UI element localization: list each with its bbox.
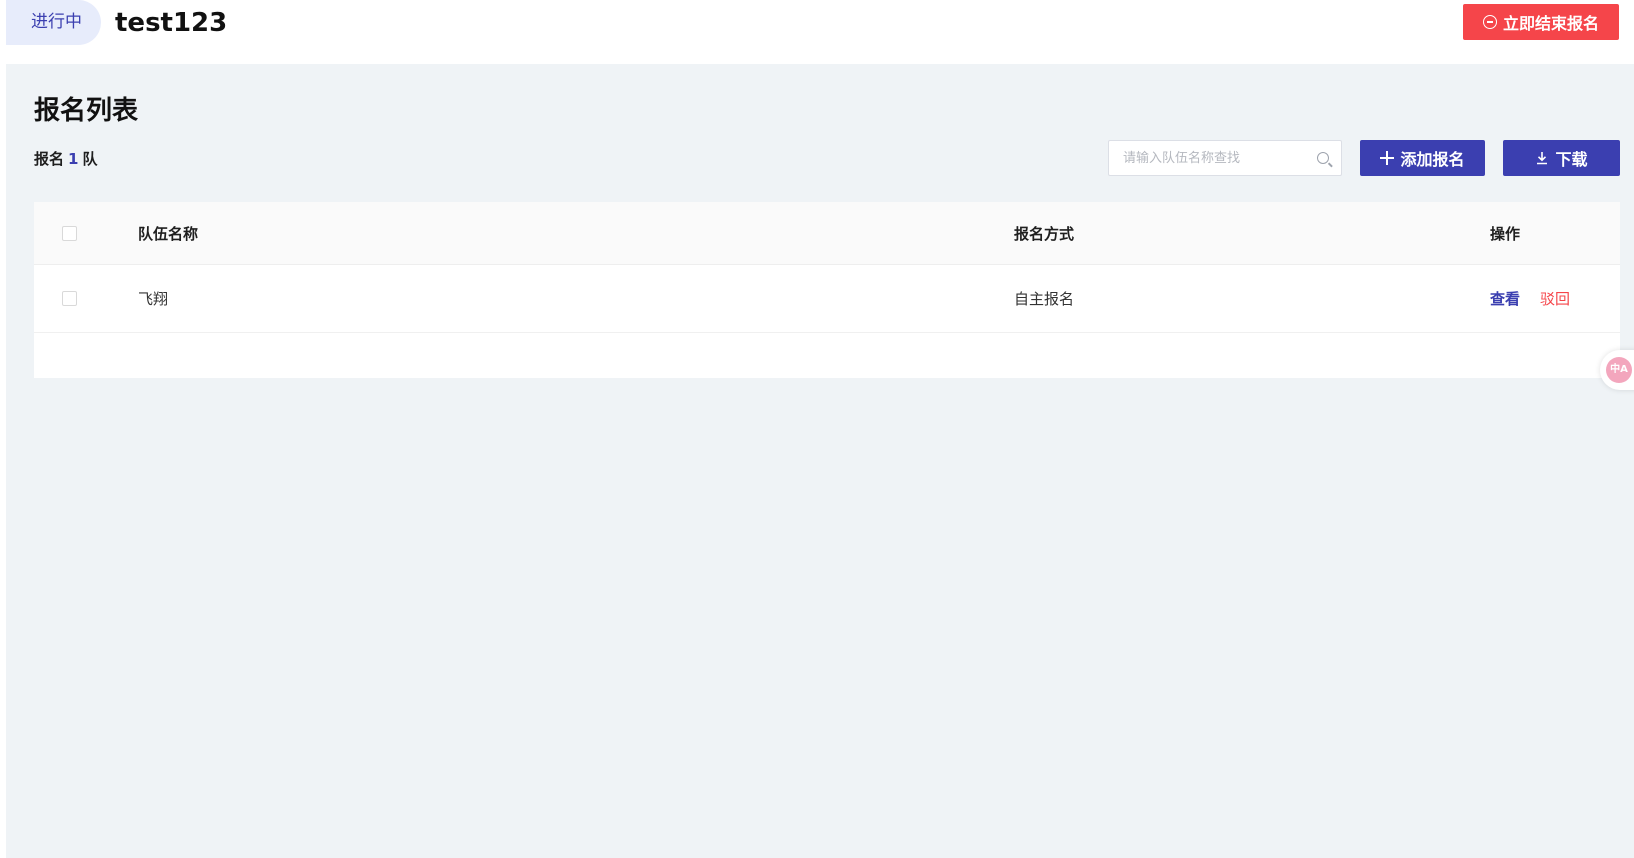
team-name-cell: 飞翔 [138,290,169,308]
view-link[interactable]: 查看 [1490,288,1520,309]
count-value: 1 [68,150,79,168]
end-signup-button[interactable]: 立即结束报名 [1463,4,1619,40]
row-checkbox-cell [62,265,77,332]
search-input[interactable] [1109,141,1309,175]
minus-circle-icon [1482,15,1497,29]
section-title: 报名列表 [34,96,139,126]
search-icon[interactable] [1317,152,1329,164]
plus-icon [1380,151,1395,165]
signup-count: 报名 1 队 [34,148,97,169]
count-suffix: 队 [82,150,98,168]
table-row: 飞翔 自主报名 查看 驳回 [34,265,1620,333]
translate-icon: 中A [1606,357,1632,383]
column-header-signup-mode: 报名方式 [1014,224,1075,243]
top-header: 进行中 test123 立即结束报名 [6,0,1634,64]
download-label: 下载 [1555,150,1588,169]
download-icon [1535,151,1549,165]
row-checkbox[interactable] [62,291,77,306]
add-signup-label: 添加报名 [1400,150,1465,169]
column-header-actions: 操作 [1490,224,1521,243]
download-button[interactable]: 下载 [1503,140,1620,176]
end-signup-label: 立即结束报名 [1502,14,1599,33]
translate-widget[interactable]: 中A [1600,350,1634,390]
table-header: 队伍名称 报名方式 操作 [34,202,1620,265]
header-checkbox-cell [62,202,77,264]
event-title: test123 [115,8,228,38]
actions-cell: 查看 驳回 [1490,265,1570,332]
add-signup-button[interactable]: 添加报名 [1360,140,1485,176]
status-badge: 进行中 [6,0,101,45]
count-prefix: 报名 [34,150,65,168]
page: 进行中 test123 立即结束报名 报名列表 报名1队 添加报名 下载 队伍名… [6,0,1634,858]
signup-mode-cell: 自主报名 [1014,290,1075,308]
column-header-team-name: 队伍名称 [138,224,199,243]
select-all-checkbox[interactable] [62,225,77,241]
search-box[interactable] [1108,140,1342,176]
signup-table: 队伍名称 报名方式 操作 飞翔 自主报名 查看 驳回 [34,202,1620,378]
reject-link[interactable]: 驳回 [1540,288,1570,309]
